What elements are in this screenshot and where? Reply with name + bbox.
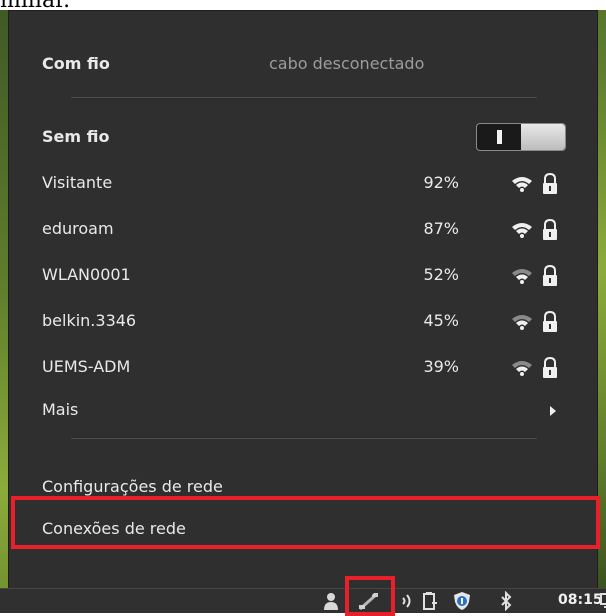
more-label: Mais [42, 400, 79, 419]
wifi-signal-icon [512, 269, 532, 284]
toggle-knob [521, 124, 565, 150]
page-fragment: miliar. [0, 0, 606, 10]
network-ssid: belkin.3346 [42, 311, 137, 330]
network-item[interactable]: belkin.3346 45% [9, 302, 597, 342]
network-ssid: UEMS-ADM [42, 357, 131, 376]
network-menu: Com fio cabo desconectado Sem fio Visita… [8, 10, 598, 590]
network-settings-item[interactable]: Configurações de rede [9, 468, 597, 508]
wifi-signal-icon [512, 177, 532, 192]
wifi-signal-icon [512, 223, 532, 238]
volume-icon[interactable] [399, 591, 415, 611]
lock-icon [543, 219, 557, 240]
network-signal: 52% [423, 265, 459, 284]
separator [71, 438, 537, 439]
wifi-signal-icon [512, 315, 532, 330]
user-icon[interactable] [323, 591, 339, 611]
network-ssid: eduroam [42, 219, 114, 238]
menu-pointer [360, 589, 378, 598]
wired-status: cabo desconectado [269, 54, 425, 73]
network-connections-label: Conexões de rede [42, 519, 186, 538]
separator [71, 97, 537, 98]
lock-icon [543, 357, 557, 378]
wireless-toggle[interactable] [476, 123, 566, 151]
network-item[interactable]: WLAN0001 52% [9, 256, 597, 296]
toggle-on-indicator [497, 130, 502, 144]
taskbar: 08:15 [0, 576, 606, 616]
battery-icon[interactable] [422, 591, 438, 611]
wifi-signal-icon [512, 361, 532, 376]
network-ssid: WLAN0001 [42, 265, 131, 284]
lock-icon [543, 173, 557, 194]
network-item[interactable]: eduroam 87% [9, 210, 597, 250]
lock-icon [543, 311, 557, 332]
network-settings-label: Configurações de rede [42, 477, 223, 496]
more-networks-item[interactable]: Mais [9, 391, 597, 431]
chevron-right-icon [550, 406, 556, 416]
network-signal: 45% [423, 311, 459, 330]
display-icon[interactable] [600, 591, 606, 611]
network-signal: 87% [423, 219, 459, 238]
network-signal: 39% [423, 357, 459, 376]
network-signal: 92% [423, 173, 459, 192]
wired-section: Com fio cabo desconectado [9, 45, 597, 85]
bluetooth-icon[interactable] [499, 591, 513, 611]
network-connections-item[interactable]: Conexões de rede [9, 510, 597, 550]
shield-icon[interactable] [453, 591, 471, 611]
network-item[interactable]: Visitante 92% [9, 164, 597, 204]
clock[interactable]: 08:15 [558, 592, 603, 608]
network-item[interactable]: UEMS-ADM 39% [9, 348, 597, 388]
lock-icon [543, 265, 557, 286]
wireless-label: Sem fio [42, 127, 110, 146]
network-ssid: Visitante [42, 173, 113, 192]
wired-label: Com fio [42, 54, 110, 73]
